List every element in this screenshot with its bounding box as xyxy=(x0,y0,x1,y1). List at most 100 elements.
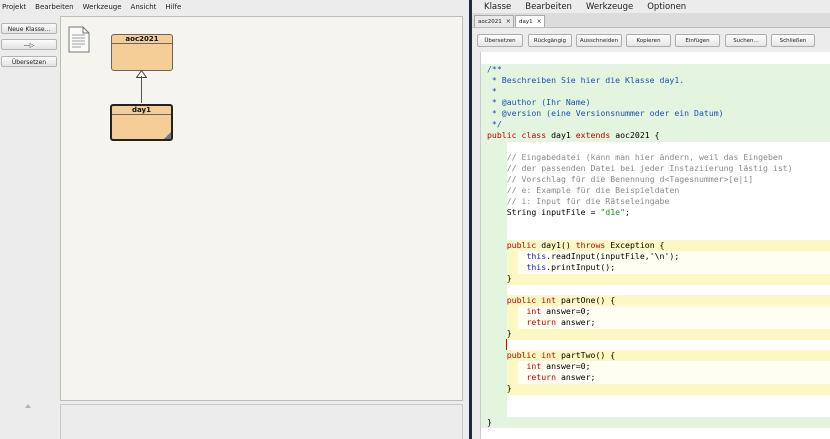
project-toolbar: Neue Klasse... —▷ Übersetzen xyxy=(0,13,58,408)
menu-editor-werkzeuge[interactable]: Werkzeuge xyxy=(586,2,633,12)
code-line: * @author (Ihr Name) xyxy=(487,97,591,107)
code-line: // Vorschlag für die Benennung d<Tagesnu… xyxy=(487,174,754,184)
identifier: String inputFile = xyxy=(487,207,601,217)
close-button[interactable]: Schließen xyxy=(771,34,815,47)
window-divider xyxy=(469,0,472,439)
code-line: */ xyxy=(487,119,502,129)
keyword: this xyxy=(526,262,547,272)
code-line: public int partTwo() { xyxy=(487,350,615,361)
menu-hilfe[interactable]: Hilfe xyxy=(165,3,181,11)
menu-editor-bearbeiten[interactable]: Bearbeiten xyxy=(525,2,572,12)
code-line: * xyxy=(487,86,497,96)
identifier: answer=0; xyxy=(541,361,591,371)
text-cursor xyxy=(506,339,507,350)
code-line: /** xyxy=(487,64,502,74)
code-line: } xyxy=(487,383,512,393)
menu-werkzeuge[interactable]: Werkzeuge xyxy=(83,3,122,11)
inheritance-arrow-button[interactable]: —▷ xyxy=(1,39,57,50)
menu-projekt[interactable]: Projekt xyxy=(2,3,26,11)
new-class-button[interactable]: Neue Klasse... xyxy=(1,23,57,34)
code-line: this.readInput(inputFile,'\n'); xyxy=(487,251,679,262)
code-line: * Beschreiben Sie hier die Klasse day1. xyxy=(487,75,685,85)
keyword: public xyxy=(487,240,542,250)
editor-menubar: Klasse Bearbeiten Werkzeuge Optionen xyxy=(476,0,830,13)
keyword: public xyxy=(487,350,542,360)
find-button[interactable]: Suchen... xyxy=(725,34,767,47)
keyword: class xyxy=(521,130,547,140)
menu-klasse[interactable]: Klasse xyxy=(484,2,511,12)
identifier: answer; xyxy=(556,372,596,382)
object-bench[interactable] xyxy=(60,404,463,439)
tab-day1[interactable]: day1 × xyxy=(515,15,545,27)
code-line: return answer; xyxy=(487,372,595,383)
code-line: public int partOne() { xyxy=(487,295,615,306)
menu-bearbeiten[interactable]: Bearbeiten xyxy=(35,3,73,11)
close-icon[interactable]: × xyxy=(537,18,542,25)
editor-tabbar: aoc2021 × day1 × xyxy=(472,13,830,28)
close-icon[interactable]: × xyxy=(506,18,511,25)
keyword: int xyxy=(541,350,557,360)
keyword: this xyxy=(526,251,547,261)
keyword: public xyxy=(487,295,542,305)
expand-triangle-icon[interactable] xyxy=(25,404,31,408)
keyword: return xyxy=(526,317,557,327)
keyword: int xyxy=(526,361,542,371)
class-box-aoc2021[interactable]: aoc2021 xyxy=(111,34,173,71)
tab-label: day1 xyxy=(519,19,533,25)
keyword: int xyxy=(526,306,542,316)
code-line: // Eingabedatei (kann man hier ändern, w… xyxy=(487,152,783,162)
inheritance-line xyxy=(141,76,142,103)
identifier: .readInput(inputFile,'\n'); xyxy=(546,251,680,261)
class-scope-footer xyxy=(481,417,830,428)
undo-button[interactable]: Rückgängig xyxy=(528,34,572,47)
identifier: partOne() { xyxy=(556,295,616,305)
code-line: } xyxy=(487,417,492,427)
keyword: int xyxy=(541,295,557,305)
menu-optionen[interactable]: Optionen xyxy=(647,2,686,12)
editor-compile-button[interactable]: Übersetzen xyxy=(477,34,523,47)
code-editor[interactable]: /** * Beschreiben Sie hier die Klasse da… xyxy=(480,52,830,439)
keyword: extends xyxy=(575,130,611,140)
editor-toolbar: Übersetzen Rückgängig Ausschneiden Kopie… xyxy=(472,28,830,52)
resize-grip-icon[interactable] xyxy=(164,132,171,139)
class-box-day1[interactable]: day1 xyxy=(110,104,173,141)
tab-label: aoc2021 xyxy=(478,19,502,25)
code-line: // e: Example für die Beispieldaten xyxy=(487,185,680,195)
code-line: this.printInput(); xyxy=(487,262,615,273)
identifier: partTwo() { xyxy=(556,350,616,360)
string-literal: "d1e" xyxy=(600,207,626,217)
code-line: * @version (eine Versionsnummer oder ein… xyxy=(487,108,724,118)
class-name-day1: day1 xyxy=(112,106,171,115)
identifier: day1() xyxy=(541,240,576,250)
keyword: throws xyxy=(575,240,606,250)
code-line: // der passenden Datei bei jeder Instazi… xyxy=(487,163,793,173)
code-line: return answer; xyxy=(487,317,595,328)
identifier: answer; xyxy=(556,317,596,327)
code-line: } xyxy=(487,273,512,283)
class-name-aoc2021: aoc2021 xyxy=(112,35,172,44)
code-line: int answer=0; xyxy=(487,306,590,317)
readme-document-icon[interactable] xyxy=(68,26,90,53)
code-line: int answer=0; xyxy=(487,361,591,372)
code-line: // i: Input für die Rätseleingabe xyxy=(487,196,670,206)
menu-ansicht[interactable]: Ansicht xyxy=(131,3,157,11)
tab-aoc2021[interactable]: aoc2021 × xyxy=(474,15,514,27)
cut-button[interactable]: Ausschneiden xyxy=(576,34,622,47)
project-menubar: Projekt Bearbeiten Werkzeuge Ansicht Hil… xyxy=(0,0,472,13)
copy-button[interactable]: Kopieren xyxy=(626,34,671,47)
code-line: String inputFile = "d1e"; xyxy=(487,207,630,218)
keyword: return xyxy=(526,372,557,382)
code-line: public class day1 extends aoc2021 { xyxy=(487,130,660,141)
identifier: aoc2021 { xyxy=(610,130,660,140)
class-diagram-canvas[interactable]: aoc2021 day1 xyxy=(60,16,463,401)
compile-button[interactable]: Übersetzen xyxy=(1,56,57,67)
punctuation: ; xyxy=(625,207,630,217)
paste-button[interactable]: Einfügen xyxy=(675,34,720,47)
identifier: .printInput(); xyxy=(546,262,616,272)
keyword: public xyxy=(487,130,522,140)
